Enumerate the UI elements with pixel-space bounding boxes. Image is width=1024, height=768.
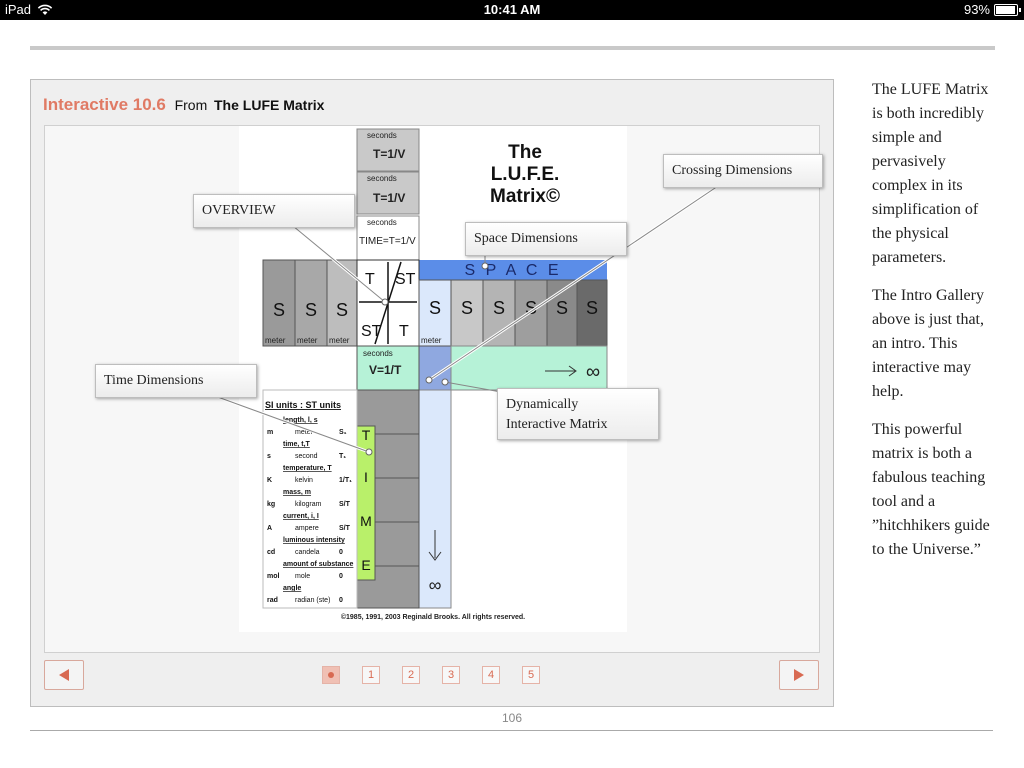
page-dot-4[interactable]: 4 — [482, 666, 500, 684]
time-hotspot[interactable] — [365, 448, 373, 456]
right-triangle-icon — [794, 669, 804, 681]
widget-title: Interactive 10.6 From The LUFE Matrix — [43, 95, 324, 115]
page-number: 106 — [501, 711, 523, 725]
interactive-widget: Interactive 10.6 From The LUFE Matrix se… — [30, 79, 834, 707]
space-dimensions-callout[interactable]: Space Dimensions — [465, 222, 627, 256]
dynamic-matrix-callout[interactable]: Dynamically Interactive Matrix — [497, 388, 659, 440]
battery-percent: 93% — [963, 2, 990, 17]
page-indicator: 1 2 3 4 5 — [31, 666, 833, 686]
page-rule — [30, 730, 993, 731]
crossing-hotspot[interactable] — [425, 376, 433, 384]
dynamic-callout-text: Dynamically Interactive Matrix — [506, 395, 607, 435]
status-right: 93% — [963, 2, 1021, 17]
page-dot-active[interactable] — [322, 666, 340, 684]
interactive-stage: seconds seconds seconds T=1/V T=1/V TIME… — [44, 125, 823, 653]
book-title: The LUFE Matrix — [214, 97, 325, 113]
from-text: From — [174, 97, 208, 113]
dynamic-callout-line1: Dynamically — [506, 397, 579, 412]
dynamic-hotspot[interactable] — [441, 378, 449, 386]
battery-icon — [994, 3, 1021, 16]
interactive-label: Interactive 10.6 — [43, 95, 166, 114]
time-callout-label: Time Dimensions — [104, 373, 204, 388]
status-time: 10:41 AM — [483, 2, 541, 17]
sidebar-paragraph: The LUFE Matrix is both incredibly simpl… — [872, 81, 989, 266]
space-callout-label: Space Dimensions — [474, 231, 578, 246]
crossing-dimensions-callout[interactable]: Crossing Dimensions — [663, 154, 823, 188]
battery-fill — [996, 5, 1015, 14]
time-dimensions-callout[interactable]: Time Dimensions — [95, 364, 257, 398]
status-bar: iPad 10:41 AM 93% — [0, 0, 1024, 20]
overview-callout[interactable]: OVERVIEW — [193, 194, 355, 228]
page-dot-1[interactable]: 1 — [362, 666, 380, 684]
page-dot-2[interactable]: 2 — [402, 666, 420, 684]
space-hotspot[interactable] — [481, 262, 489, 270]
page-dot-3[interactable]: 3 — [442, 666, 460, 684]
chapter-progress-bar — [30, 46, 995, 50]
next-button[interactable] — [779, 660, 819, 690]
overview-hotspot[interactable] — [381, 298, 389, 306]
crossing-callout-label: Crossing Dimensions — [672, 163, 793, 178]
sidebar-text: The LUFE Matrix is both incredibly simpl… — [872, 78, 996, 576]
sidebar-paragraph: The Intro Gallery above is just that, an… — [872, 287, 984, 400]
bullet-icon — [328, 672, 334, 678]
sidebar-paragraph: This powerful matrix is both a fabulous … — [872, 421, 990, 558]
dynamic-callout-line2: Interactive Matrix — [506, 417, 608, 432]
page-dot-5[interactable]: 5 — [522, 666, 540, 684]
overview-callout-label: OVERVIEW — [202, 203, 276, 218]
